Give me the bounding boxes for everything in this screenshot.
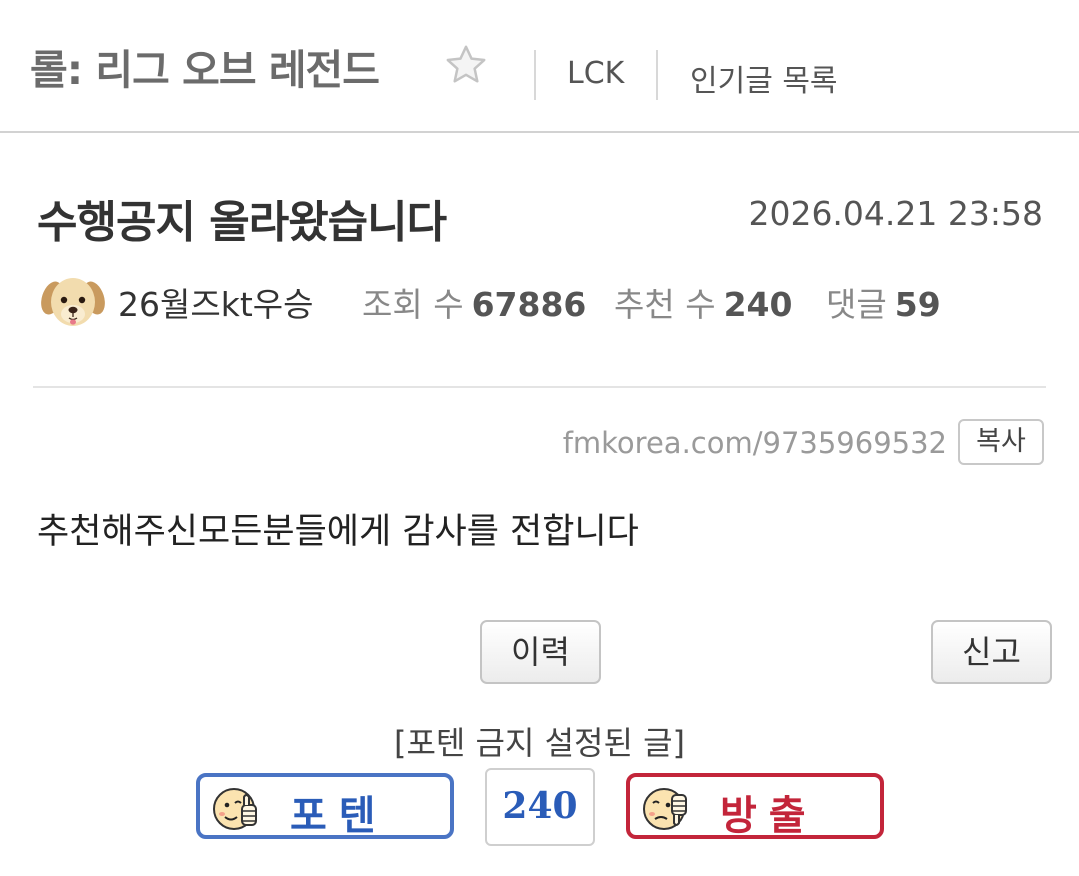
- thumbs-down-face-icon: [643, 788, 687, 830]
- recommend-count-value: 240: [723, 285, 793, 324]
- recommend-count-label: 추천 수: [614, 285, 716, 324]
- view-count: 조회 수 67886: [362, 278, 586, 326]
- copy-url-button[interactable]: 복사: [958, 419, 1044, 465]
- thumbs-up-face-icon: [213, 788, 257, 830]
- vote-count: 240: [485, 768, 595, 846]
- view-count-value: 67886: [471, 285, 587, 324]
- upvote-label: 포텐: [290, 792, 388, 839]
- comment-count[interactable]: 댓글 59: [826, 278, 941, 326]
- downvote-button[interactable]: 방출: [626, 773, 884, 839]
- post-title: 수행공지 올라왔습니다: [37, 197, 447, 248]
- downvote-label: 방출: [720, 792, 818, 839]
- post-date: 2026.04.21 23:58: [748, 194, 1043, 233]
- comment-count-value: 59: [894, 285, 941, 324]
- author-name[interactable]: 26월즈kt우승: [118, 278, 313, 326]
- recommend-count: 추천 수 240: [614, 278, 792, 326]
- post-body: 추천해주신모든분들에게 감사를 전합니다: [37, 512, 639, 552]
- board-title[interactable]: 롤: 리그 오브 레전드: [30, 36, 380, 96]
- potent-ban-notice: [포텐 금지 설정된 글]: [393, 724, 685, 762]
- nav-separator: [656, 50, 658, 100]
- history-button[interactable]: 이력: [480, 620, 601, 684]
- nav-link-popular[interactable]: 인기글 목록: [690, 56, 838, 100]
- view-count-label: 조회 수: [362, 285, 464, 324]
- post-url: fmkorea.com/9735969532: [562, 426, 947, 460]
- report-button[interactable]: 신고: [931, 620, 1052, 684]
- star-icon[interactable]: [443, 42, 489, 88]
- divider: [33, 386, 1046, 388]
- comment-count-label: 댓글: [826, 285, 887, 324]
- nav-separator: [534, 50, 536, 100]
- nav-link-lck[interactable]: LCK: [567, 56, 624, 91]
- upvote-button[interactable]: 포텐: [196, 773, 454, 839]
- board-header: 롤: 리그 오브 레전드 LCK 인기글 목록: [0, 0, 1079, 133]
- author-avatar[interactable]: [40, 268, 106, 334]
